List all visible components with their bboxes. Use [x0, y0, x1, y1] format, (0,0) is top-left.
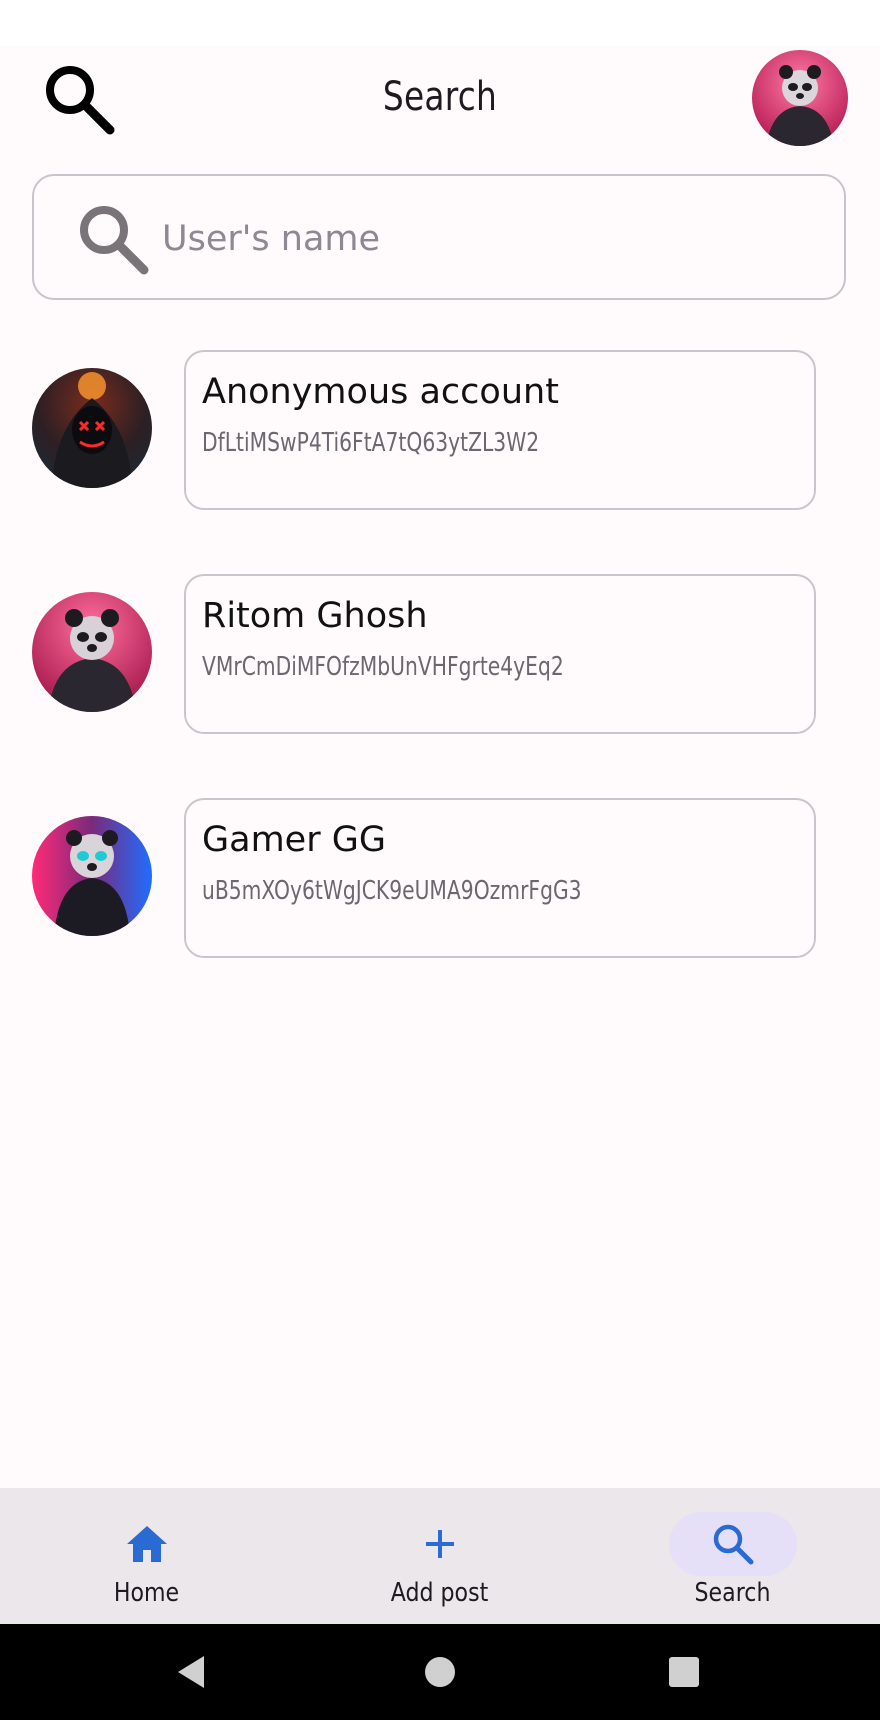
bottom-navigation: Home Add post Search: [0, 1488, 880, 1624]
search-icon: [80, 206, 149, 275]
back-icon[interactable]: [168, 1648, 216, 1696]
nav-label: Add post: [390, 1578, 489, 1608]
user-card[interactable]: Anonymous account DfLtiMSwP4Ti6FtA7tQ63y…: [184, 350, 816, 510]
nav-item-add-post[interactable]: Add post: [293, 1488, 586, 1624]
user-card[interactable]: Gamer GG uB5mXOy6tWgJCK9eUMA9OzmrFgG3: [184, 798, 816, 958]
user-id: uB5mXOy6tWgJCK9eUMA9OzmrFgG3: [202, 876, 582, 906]
system-navigation-bar: [0, 1624, 880, 1720]
user-name: Gamer GG: [202, 820, 386, 860]
nav-label: Search: [694, 1578, 771, 1608]
search-icon: [713, 1524, 753, 1565]
nav-item-search[interactable]: Search: [586, 1488, 879, 1624]
user-name: Anonymous account: [202, 372, 559, 412]
recents-icon[interactable]: [660, 1648, 708, 1696]
user-avatar: [32, 592, 152, 712]
user-id: DfLtiMSwP4Ti6FtA7tQ63ytZL3W2: [202, 428, 540, 458]
nav-item-home[interactable]: Home: [0, 1488, 293, 1624]
user-list-item[interactable]: Anonymous account DfLtiMSwP4Ti6FtA7tQ63y…: [0, 350, 880, 510]
user-list-item[interactable]: Gamer GG uB5mXOy6tWgJCK9eUMA9OzmrFgG3: [0, 798, 880, 958]
user-card[interactable]: Ritom Ghosh VMrCmDiMFOfzMbUnVHFgrte4yEq2: [184, 574, 816, 734]
profile-avatar[interactable]: [752, 50, 848, 146]
user-avatar: [32, 816, 152, 936]
plus-icon: [425, 1530, 454, 1558]
page-title: Search: [382, 74, 498, 120]
search-field[interactable]: [32, 174, 846, 300]
status-bar: [0, 0, 880, 46]
user-name-search-input[interactable]: [160, 206, 804, 272]
user-id: VMrCmDiMFOfzMbUnVHFgrte4yEq2: [202, 652, 564, 682]
nav-label: Home: [113, 1578, 180, 1608]
user-avatar: [32, 368, 152, 488]
top-app-bar: Search: [0, 46, 880, 156]
home-icon: [126, 1526, 167, 1562]
home-circle-icon[interactable]: [416, 1648, 464, 1696]
user-name: Ritom Ghosh: [202, 596, 428, 636]
user-list-item[interactable]: Ritom Ghosh VMrCmDiMFOfzMbUnVHFgrte4yEq2: [0, 574, 880, 734]
